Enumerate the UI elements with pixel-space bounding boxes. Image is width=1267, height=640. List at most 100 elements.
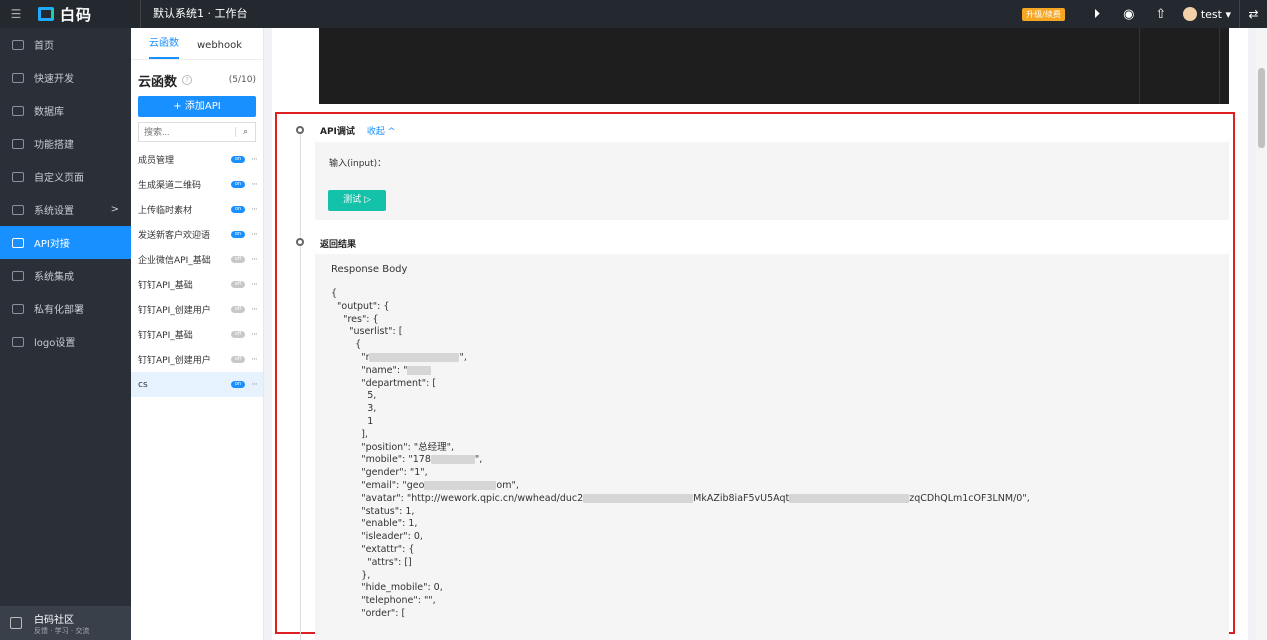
status-toggle[interactable]: off	[231, 281, 245, 288]
switch-icon[interactable]: ⇄	[1239, 0, 1267, 28]
api-count: (5/10)	[228, 75, 256, 85]
sidebar-item-logo-settings[interactable]: logo设置	[0, 325, 131, 358]
search-icon[interactable]: ⌕	[235, 127, 255, 137]
brand-logo: 白码	[32, 4, 130, 25]
response-title: Response Body	[331, 264, 408, 275]
sidebar: 首页 快速开发 数据库 功能搭建 自定义页面 系统设置 > API对接 系统集成 …	[0, 28, 131, 640]
list-item[interactable]: 钉钉API_创建用户 off ···	[131, 297, 263, 322]
sidebar-item-api[interactable]: API对接	[0, 226, 131, 259]
upload-icon[interactable]: ⇧	[1145, 7, 1177, 22]
home-icon	[12, 39, 24, 50]
tab-cloud-functions[interactable]: 云函数	[149, 34, 179, 59]
list-item[interactable]: cs on ···	[131, 372, 263, 397]
user-menu[interactable]: test ▾	[1182, 7, 1231, 21]
collapse-link[interactable]: 收起 ^	[367, 127, 395, 137]
sidebar-item-integration[interactable]: 系统集成	[0, 259, 131, 292]
menu-toggle-icon[interactable]: ☰	[0, 7, 32, 21]
list-item[interactable]: 钉钉API_基础 off ···	[131, 272, 263, 297]
tab-webhook[interactable]: webhook	[197, 40, 242, 59]
list-item[interactable]: 发送新客户欢迎语 on ···	[131, 222, 263, 247]
more-icon[interactable]: ···	[245, 380, 263, 390]
integration-icon	[12, 270, 24, 281]
timeline-dot	[296, 238, 304, 246]
api-list-panel: 云函数 webhook 云函数 ? (5/10) + 添加API ⌕ 成员管理 o…	[131, 28, 264, 640]
sidebar-item-label: 首页	[34, 41, 54, 52]
api-test-section-title: API调试 收起 ^	[320, 124, 395, 137]
sidebar-item-quick-dev[interactable]: 快速开发	[0, 61, 131, 94]
status-toggle[interactable]: on	[231, 156, 245, 163]
logo-icon	[38, 7, 54, 21]
tab-bar: 云函数 webhook	[131, 28, 263, 60]
list-item[interactable]: 生成渠道二维码 on ···	[131, 172, 263, 197]
build-icon	[12, 138, 24, 149]
more-icon[interactable]: ···	[245, 155, 263, 165]
status-toggle[interactable]: on	[231, 381, 245, 388]
timeline	[300, 132, 301, 640]
top-bar: ☰ 白码 默认系统1 · 工作台 升级/续费 ⏵ ◉ ⇧ test ▾ ⇄	[0, 0, 1267, 28]
status-toggle[interactable]: off	[231, 331, 245, 338]
editor-divider	[1139, 28, 1140, 104]
input-area[interactable]: 输入(input)： 测试 ▷	[315, 142, 1229, 220]
status-toggle[interactable]: on	[231, 181, 245, 188]
api-name: 发送新客户欢迎语	[138, 231, 211, 241]
more-icon[interactable]: ···	[245, 205, 263, 215]
response-json: { "output": { "res": { "userlist": [ { "…	[331, 288, 1030, 619]
upgrade-button[interactable]: 升级/续费	[1022, 7, 1065, 21]
test-button[interactable]: 测试 ▷	[328, 190, 386, 211]
main-area: API调试 收起 ^ 输入(input)： 测试 ▷ 返回结果 Response …	[264, 28, 1256, 640]
workspace-title[interactable]: 默认系统1 · 工作台	[140, 0, 248, 28]
scrollbar[interactable]	[1256, 28, 1267, 640]
sidebar-item-custom-page[interactable]: 自定义页面	[0, 160, 131, 193]
list-item[interactable]: 成员管理 on ···	[131, 147, 263, 172]
sidebar-item-database[interactable]: 数据库	[0, 94, 131, 127]
more-icon[interactable]: ···	[245, 230, 263, 240]
community-link[interactable]: 白码社区 反馈 · 学习 · 交流	[0, 606, 131, 640]
redacted-value	[583, 493, 694, 503]
status-toggle[interactable]: on	[231, 231, 245, 238]
more-icon[interactable]: ···	[245, 355, 263, 365]
list-item[interactable]: 企业微信API_基础 off ···	[131, 247, 263, 272]
sidebar-item-home[interactable]: 首页	[0, 28, 131, 61]
sidebar-item-features[interactable]: 功能搭建	[0, 127, 131, 160]
api-name: 企业微信API_基础	[138, 256, 211, 266]
status-toggle[interactable]: off	[231, 356, 245, 363]
response-panel: Response Body { "output": { "res": { "us…	[315, 254, 1229, 640]
help-icon[interactable]: ?	[182, 75, 193, 85]
input-label: 输入(input)：	[329, 159, 387, 169]
user-name: test ▾	[1200, 7, 1231, 21]
sidebar-item-label: 系统设置	[34, 206, 74, 217]
preview-eye-icon[interactable]: ◉	[1113, 7, 1145, 22]
status-toggle[interactable]: off	[231, 256, 245, 263]
more-icon[interactable]: ···	[245, 280, 263, 290]
search-input[interactable]	[144, 127, 232, 137]
api-name: 成员管理	[138, 156, 175, 166]
chat-icon	[10, 617, 22, 629]
panel-title: 云函数	[138, 74, 178, 90]
api-name: 钉钉API_基础	[138, 331, 193, 341]
list-item[interactable]: 钉钉API_创建用户 off ···	[131, 347, 263, 372]
sidebar-item-label: 私有化部署	[34, 305, 84, 316]
status-toggle[interactable]: on	[231, 206, 245, 213]
scroll-thumb[interactable]	[1258, 68, 1265, 148]
play-circle-icon[interactable]: ⏵	[1081, 7, 1113, 22]
sidebar-item-private-deploy[interactable]: 私有化部署	[0, 292, 131, 325]
list-item[interactable]: 上传临时素材 on ···	[131, 197, 263, 222]
logo-settings-icon	[12, 336, 24, 347]
more-icon[interactable]: ···	[245, 330, 263, 340]
brand-name: 白码	[60, 5, 93, 24]
more-icon[interactable]: ···	[245, 180, 263, 190]
sidebar-item-settings[interactable]: 系统设置 >	[0, 193, 131, 226]
add-api-button[interactable]: + 添加API	[138, 96, 256, 117]
status-toggle[interactable]: off	[231, 306, 245, 313]
redacted-value	[424, 480, 497, 490]
list-item[interactable]: 钉钉API_基础 off ···	[131, 322, 263, 347]
api-list: 成员管理 on ··· 生成渠道二维码 on ··· 上传临时素材 on ··· 发送新客户欢迎语…	[131, 147, 263, 397]
redacted-value	[407, 365, 432, 375]
community-title: 白码社区	[34, 614, 74, 626]
redacted-value	[369, 352, 460, 362]
more-icon[interactable]: ···	[245, 255, 263, 265]
code-editor[interactable]	[319, 28, 1229, 104]
community-subtitle: 反馈 · 学习 · 交流	[34, 626, 90, 635]
sidebar-item-label: API对接	[34, 239, 70, 250]
more-icon[interactable]: ···	[245, 305, 263, 315]
